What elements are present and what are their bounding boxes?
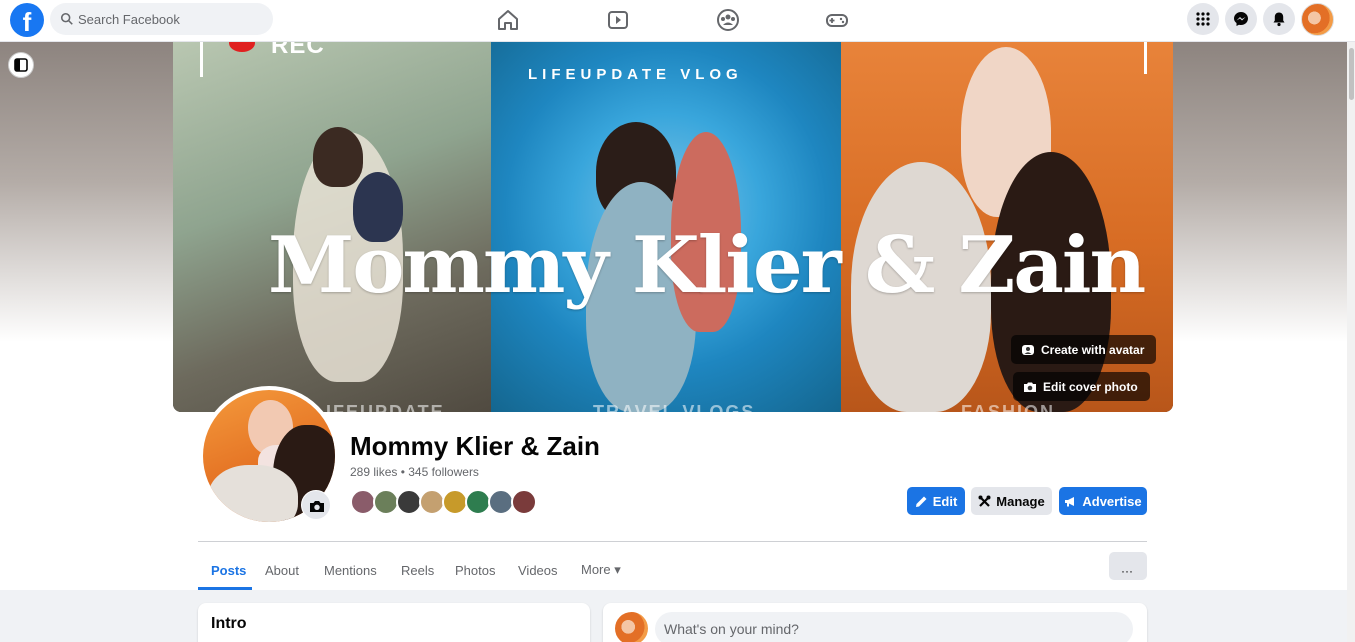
tab-photos[interactable]: Photos: [455, 552, 495, 588]
manage-tools-icon: [978, 495, 991, 507]
follower-avatar[interactable]: [511, 489, 537, 515]
notifications-button[interactable]: [1263, 3, 1295, 35]
tab-about[interactable]: About: [265, 552, 299, 588]
megaphone-icon: [1065, 496, 1075, 506]
intro-title: Intro: [211, 615, 247, 632]
composer-card: [603, 603, 1147, 642]
tab-more[interactable]: More ▾: [581, 552, 621, 588]
search-input[interactable]: [78, 3, 268, 35]
menu-grid-icon: [1196, 12, 1210, 26]
more-options-button[interactable]: ···: [1109, 552, 1147, 580]
search-box[interactable]: [50, 3, 273, 35]
intro-card: Intro: [198, 603, 590, 642]
messenger-icon: [1234, 12, 1248, 26]
cover-footer-label: FASHION: [961, 402, 1056, 412]
cover-photo[interactable]: REC LIFEUPDATE VLOG Mommy Klier & Zain L…: [173, 42, 1173, 412]
camera-icon: [1024, 382, 1036, 392]
edit-cover-photo-button[interactable]: Edit cover photo: [1013, 372, 1150, 401]
page-scrollbar[interactable]: [1347, 42, 1355, 642]
edit-button[interactable]: Edit: [907, 487, 965, 515]
profile-mother-figure: [208, 465, 298, 522]
rec-frame-corner: [200, 42, 203, 77]
create-with-avatar-button[interactable]: Create with avatar: [1011, 335, 1157, 364]
post-composer-input[interactable]: [655, 612, 1133, 642]
top-navigation-bar: f: [0, 0, 1355, 42]
pencil-icon: [915, 496, 927, 507]
composer-avatar[interactable]: [615, 612, 648, 642]
cover-title-text: Mommy Klier & Zain: [268, 220, 1146, 311]
manage-button[interactable]: Manage: [971, 487, 1052, 515]
advertise-button-label: Advertise: [1082, 493, 1142, 509]
search-icon: [60, 12, 73, 25]
create-with-avatar-label: Create with avatar: [1041, 342, 1145, 357]
home-icon[interactable]: [494, 6, 522, 34]
cover-arc-text: LIFEUPDATE VLOG: [528, 66, 743, 83]
cover-rec-text: REC: [271, 42, 325, 59]
groups-icon[interactable]: [714, 6, 742, 34]
sidebar-panel-icon: [14, 58, 28, 72]
cover-figure-hair: [313, 127, 363, 187]
avatar-icon: [1022, 344, 1034, 355]
active-tab-indicator: [198, 587, 252, 590]
messenger-button[interactable]: [1225, 3, 1257, 35]
cover-footer-label: TRAVEL VLOGS: [593, 402, 756, 412]
tab-mentions[interactable]: Mentions: [324, 552, 377, 588]
facebook-logo[interactable]: f: [10, 3, 44, 37]
tab-videos[interactable]: Videos: [518, 552, 558, 588]
menu-button[interactable]: [1187, 3, 1219, 35]
edit-cover-photo-label: Edit cover photo: [1043, 379, 1138, 394]
manage-button-label: Manage: [996, 493, 1045, 509]
edit-button-label: Edit: [932, 493, 958, 509]
page-stats[interactable]: 289 likes • 345 followers: [350, 465, 479, 479]
video-icon[interactable]: [604, 6, 632, 34]
advertise-button[interactable]: Advertise: [1059, 487, 1147, 515]
page-title: Mommy Klier & Zain: [350, 431, 600, 461]
tab-reels[interactable]: Reels: [401, 552, 434, 588]
account-avatar[interactable]: [1301, 3, 1334, 36]
gaming-icon[interactable]: [823, 6, 851, 34]
tab-posts[interactable]: Posts: [211, 552, 246, 588]
camera-icon: [310, 501, 324, 512]
sidebar-toggle-button[interactable]: [8, 52, 34, 78]
update-profile-picture-button[interactable]: [301, 490, 331, 520]
rec-frame-corner: [1144, 42, 1147, 74]
scrollbar-thumb[interactable]: [1349, 48, 1354, 100]
tabs-divider: [198, 541, 1147, 542]
more-options-icon: ···: [1121, 564, 1133, 578]
notifications-icon: [1273, 12, 1285, 27]
